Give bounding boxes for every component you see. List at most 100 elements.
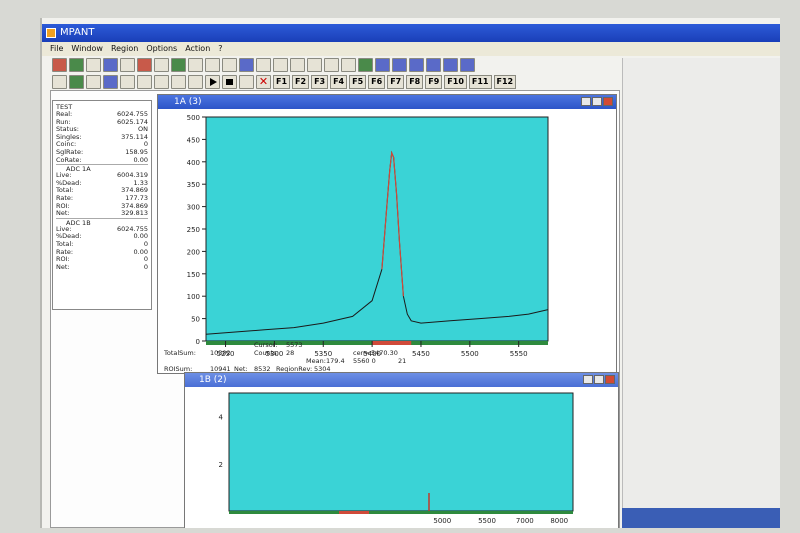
menu-options[interactable]: Options [146, 42, 177, 56]
app-icon [46, 28, 56, 38]
y-tick-label: 50 [191, 316, 200, 324]
status-row: ROI: 0 [56, 255, 148, 264]
step-icon[interactable] [239, 75, 254, 89]
readout-text: 28 [286, 349, 294, 357]
tool-button[interactable] [256, 58, 271, 72]
tool-button[interactable] [171, 75, 186, 89]
spectrum-chart[interactable]: 0501001502002503003504004505005250 5300 53… [158, 109, 616, 373]
spectrum-window-title: 1A (3) [158, 95, 616, 109]
readout-text: Mean: [306, 357, 326, 365]
y-tick-label: 350 [187, 181, 200, 189]
spectrum-window-1a[interactable]: 1A (3) 0 50 100 150 200 250 300 350 400 450 500 525… [157, 94, 617, 374]
fkey-f2[interactable]: F2 [292, 75, 310, 89]
x-tick-label-2: 5000 [433, 517, 451, 525]
close-button[interactable] [603, 97, 613, 106]
tool-button[interactable] [426, 58, 441, 72]
fkey-f6[interactable]: F6 [368, 75, 386, 89]
tool-button[interactable] [443, 58, 458, 72]
fkey-f7[interactable]: F7 [387, 75, 405, 89]
status-value: 0 [143, 262, 148, 271]
y-tick-label: 250 [187, 226, 200, 234]
menu-window[interactable]: Window [71, 42, 103, 56]
roi-marker-2 [339, 511, 369, 514]
close-icon[interactable]: ✕ [256, 75, 271, 89]
x-tick-label: 5500 [461, 350, 479, 358]
fkey-f1[interactable]: F1 [273, 75, 291, 89]
minimize-button[interactable] [581, 97, 591, 106]
menu-help[interactable]: ? [218, 42, 222, 56]
stop-icon[interactable] [222, 75, 237, 89]
status-label: Net: [56, 209, 70, 218]
fkey-f3[interactable]: F3 [311, 75, 329, 89]
maximize-button[interactable] [592, 97, 602, 106]
plot-area-2 [228, 392, 574, 512]
tool-button[interactable] [188, 58, 203, 72]
tool-button[interactable] [222, 58, 237, 72]
status-label: CoRate: [56, 155, 82, 164]
y-tick-label: 450 [187, 136, 200, 144]
y-tick-label: 100 [187, 293, 200, 301]
readout-text: cen= [353, 349, 370, 357]
minimize-button[interactable] [583, 375, 593, 384]
tool-button[interactable] [392, 58, 407, 72]
status-panel: TEST Real: 6024.755 Run: 6025.174 Status: ON S… [52, 100, 152, 310]
play-icon[interactable] [205, 75, 220, 89]
tool-button[interactable] [375, 58, 390, 72]
tool-button[interactable] [86, 58, 101, 72]
y-tick-label-2: 2 [219, 461, 223, 469]
fkey-f12[interactable]: F12 [493, 75, 517, 89]
fkey-f4[interactable]: F4 [330, 75, 348, 89]
readout-text: Counts: [254, 349, 279, 357]
tool-button[interactable] [137, 75, 152, 89]
maximize-button[interactable] [594, 375, 604, 384]
tool-button[interactable] [290, 58, 305, 72]
tool-button[interactable] [273, 58, 288, 72]
x-tick-label: 5550 [510, 350, 528, 358]
tool-button[interactable] [154, 58, 169, 72]
tool-button[interactable] [103, 75, 118, 89]
y-tick-label: 0 [196, 338, 200, 346]
x-tick-label-2: 8000 [550, 517, 568, 525]
spectrum-window-1b[interactable]: 1B (2) 2 4 5000 5500 7000 8000 [184, 372, 619, 528]
y-tick-label: 200 [187, 248, 200, 256]
tool-button[interactable] [341, 58, 356, 72]
tool-button[interactable] [52, 75, 67, 89]
tool-button[interactable] [86, 75, 101, 89]
tool-button[interactable] [69, 75, 84, 89]
tool-button[interactable] [103, 58, 118, 72]
status-row: Net: 0 [56, 262, 148, 272]
tool-button[interactable] [120, 58, 135, 72]
tool-button[interactable] [358, 58, 373, 72]
readout-text: 5470.30 [371, 349, 398, 357]
tool-button[interactable] [69, 58, 84, 72]
menu-file[interactable]: File [50, 42, 63, 56]
tool-button[interactable] [120, 75, 135, 89]
fkey-f10[interactable]: F10 [444, 75, 467, 89]
spectrum2-title-text: 1B (2) [199, 375, 227, 385]
spectrum2-chart[interactable]: 2 4 5000 5500 7000 8000 [185, 387, 618, 528]
fkey-f11[interactable]: F11 [468, 75, 492, 89]
tool-button[interactable] [154, 75, 169, 89]
tool-button[interactable] [205, 58, 220, 72]
fkey-f5[interactable]: F5 [349, 75, 367, 89]
x-tick-label: 5450 [412, 350, 430, 358]
menu-action[interactable]: Action [185, 42, 210, 56]
window-controls [581, 97, 613, 106]
fkey-f8[interactable]: F8 [406, 75, 424, 89]
tool-button[interactable] [188, 75, 203, 89]
tool-button[interactable] [239, 58, 254, 72]
tool-button[interactable] [460, 58, 475, 72]
readout-text: Cursor: [254, 341, 277, 349]
tool-button[interactable] [171, 58, 186, 72]
readout-text: TotalSum: [163, 349, 196, 357]
menu-region[interactable]: Region [111, 42, 138, 56]
tool-button[interactable] [137, 58, 152, 72]
tool-button[interactable] [324, 58, 339, 72]
tool-button[interactable] [409, 58, 424, 72]
fkey-f9[interactable]: F9 [425, 75, 443, 89]
tool-button[interactable] [52, 58, 67, 72]
close-button[interactable] [605, 375, 615, 384]
readout-text: 5573 [286, 341, 303, 349]
axis-band-2 [229, 511, 573, 514]
tool-button[interactable] [307, 58, 322, 72]
